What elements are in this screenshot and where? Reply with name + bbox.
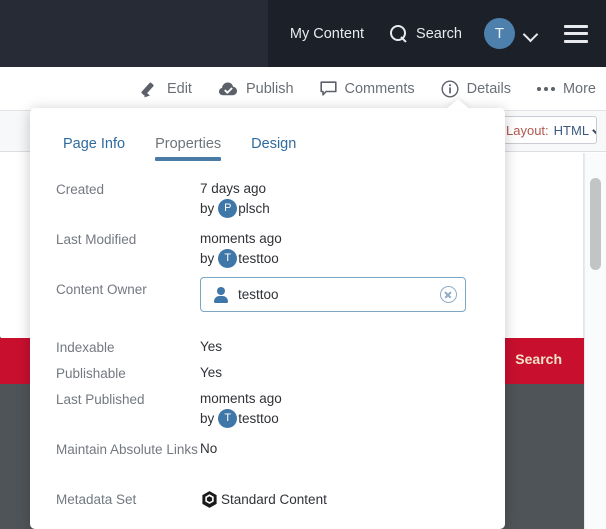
avatar: T <box>218 409 238 428</box>
vertical-scrollbar[interactable] <box>584 153 606 529</box>
field-last-modified: Last Modified moments ago by T testtoo <box>30 230 505 280</box>
popup-pointer-arrow <box>445 99 471 110</box>
field-content-owner: Content Owner testtoo <box>30 277 505 338</box>
chevron-down-icon[interactable] <box>524 27 538 41</box>
field-content-owner-value: testtoo <box>200 277 479 312</box>
avatar[interactable]: T <box>484 18 515 49</box>
field-created: Created 7 days ago by P plsch <box>30 180 505 230</box>
search-icon <box>390 25 407 42</box>
comments-label: Comments <box>344 80 415 97</box>
avatar: T <box>218 249 238 268</box>
field-last-published-byline: by T testtoo <box>200 409 479 428</box>
field-created-time: 7 days ago <box>200 181 267 196</box>
field-last-modified-byline: by T testtoo <box>200 249 479 268</box>
content-owner-input-value: testtoo <box>238 287 279 302</box>
field-last-published: Last Published moments ago by T testtoo <box>30 390 505 440</box>
edit-button[interactable]: Edit <box>142 80 192 97</box>
field-last-modified-label: Last Modified <box>56 232 137 247</box>
popup-tabs: Page Info Properties Design <box>30 136 505 161</box>
layout-select-label: Layout: <box>506 122 549 138</box>
details-popup-panel: Page Info Properties Design Created 7 da… <box>30 108 505 529</box>
cloud-check-icon <box>218 81 238 97</box>
field-maintain-absolute-links: Maintain Absolute Links No <box>30 440 505 490</box>
field-last-published-author[interactable]: testtoo <box>238 410 279 427</box>
field-created-author[interactable]: plsch <box>238 200 270 217</box>
field-last-published-time: moments ago <box>200 391 282 406</box>
screen: Layout: HTML nd-m Search Do I ... Cas My… <box>0 0 606 529</box>
avatar: P <box>218 199 238 218</box>
details-label: Details <box>466 80 511 97</box>
top-navigation-bar: My Content Search T <box>0 0 606 67</box>
field-maintain-absolute-links-label: Maintain Absolute Links <box>56 442 198 457</box>
publish-button[interactable]: Publish <box>218 81 294 97</box>
my-content-link[interactable]: My Content <box>290 26 364 42</box>
field-publishable-label: Publishable <box>56 366 126 381</box>
topbar-left-pane <box>0 0 268 67</box>
field-last-modified-value: moments ago by T testtoo <box>200 230 479 268</box>
field-indexable: Indexable Yes <box>30 338 505 364</box>
edit-label: Edit <box>166 80 192 97</box>
ellipsis-icon <box>536 86 555 92</box>
by-word: by <box>200 411 215 426</box>
chevron-down-icon <box>594 125 596 135</box>
comments-button[interactable]: Comments <box>319 80 415 97</box>
field-last-modified-author[interactable]: testtoo <box>238 250 279 267</box>
properties-field-list: Created 7 days ago by P plsch Last Modif… <box>30 180 505 520</box>
by-word: by <box>200 201 215 216</box>
hamburger-menu-icon[interactable] <box>564 24 588 43</box>
publish-label: Publish <box>245 80 294 97</box>
search-label: Search <box>416 25 462 42</box>
field-maintain-absolute-links-value: No <box>200 441 218 456</box>
field-last-published-label: Last Published <box>56 392 145 407</box>
comment-bubble-icon <box>319 80 337 97</box>
field-publishable-value: Yes <box>200 365 223 380</box>
info-circle-icon <box>441 79 459 98</box>
field-metadata-set: Metadata Set Standard Content <box>30 490 505 520</box>
field-created-value: 7 days ago by P plsch <box>200 180 479 218</box>
clear-circle-icon[interactable] <box>440 286 457 303</box>
person-icon <box>213 286 229 303</box>
field-created-label: Created <box>56 182 105 197</box>
layout-select[interactable]: Layout: HTML <box>497 116 597 144</box>
more-button[interactable]: More <box>536 80 596 97</box>
field-created-byline: by P plsch <box>200 199 479 218</box>
pencil-icon <box>142 80 159 97</box>
by-word: by <box>200 251 215 266</box>
tab-design[interactable]: Design <box>251 136 296 161</box>
details-button[interactable]: Details <box>441 79 511 98</box>
field-last-published-value: moments ago by T testtoo <box>200 390 479 428</box>
field-metadata-set-value: Standard Content <box>200 490 479 509</box>
layout-select-value: HTML <box>553 122 590 138</box>
field-content-owner-label: Content Owner <box>56 282 147 297</box>
topbar-items: My Content Search T <box>290 0 606 67</box>
more-label: More <box>562 80 596 97</box>
scrollbar-thumb[interactable] <box>590 178 601 270</box>
field-indexable-value: Yes <box>200 339 223 354</box>
tab-properties[interactable]: Properties <box>155 136 222 161</box>
tab-page-info[interactable]: Page Info <box>63 136 125 161</box>
metadata-set-name[interactable]: Standard Content <box>221 491 327 508</box>
search-button[interactable]: Search <box>390 25 462 42</box>
field-last-modified-time: moments ago <box>200 231 282 246</box>
action-toolbar: Edit Publish Comments Details More <box>0 67 606 111</box>
field-indexable-label: Indexable <box>56 340 115 355</box>
cube-icon <box>200 490 219 509</box>
background-banner-search-label[interactable]: Search <box>515 351 562 367</box>
field-metadata-set-label: Metadata Set <box>56 492 137 507</box>
field-publishable: Publishable Yes <box>30 364 505 390</box>
content-owner-input[interactable]: testtoo <box>200 277 466 312</box>
